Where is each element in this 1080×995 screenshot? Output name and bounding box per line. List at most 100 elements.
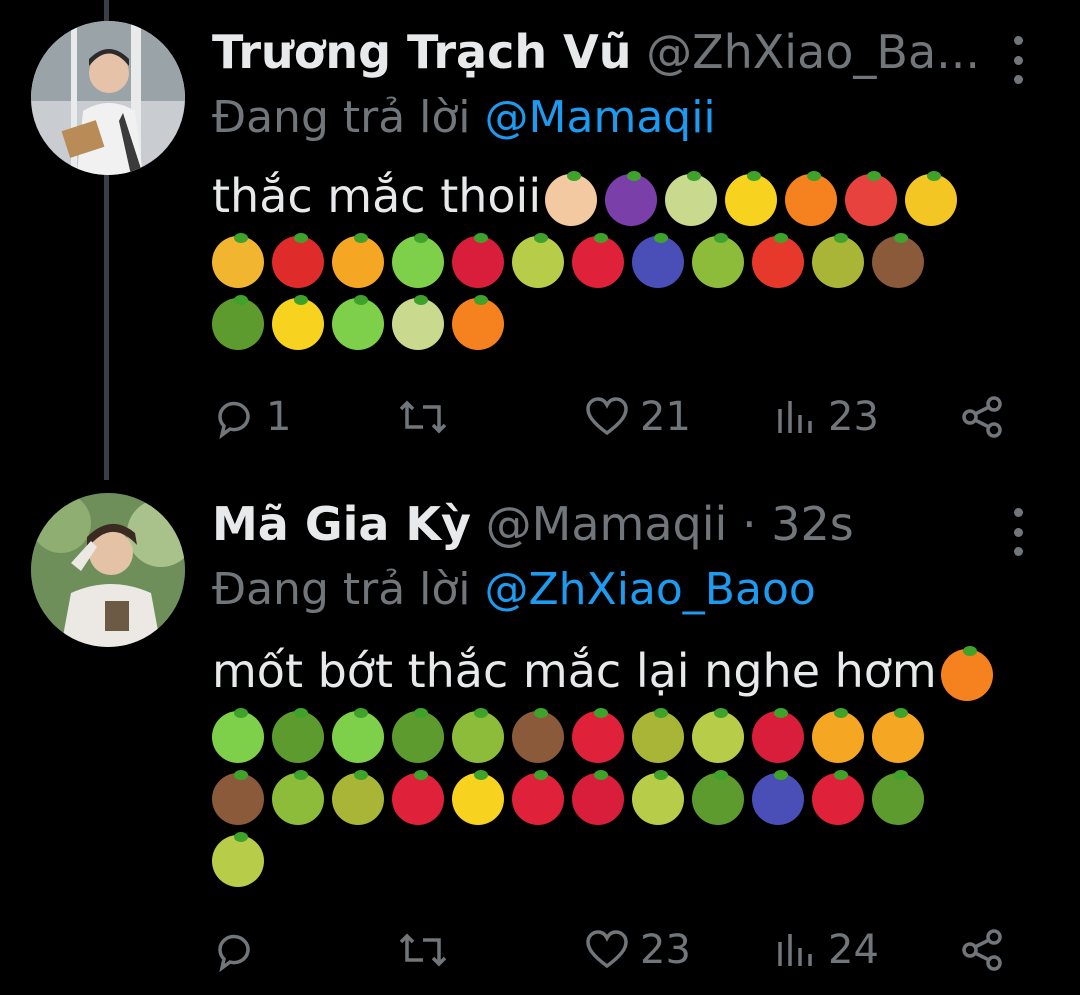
green-apple-emoji bbox=[212, 707, 264, 763]
cherries-emoji bbox=[572, 769, 624, 825]
pear-emoji bbox=[212, 831, 264, 887]
kiwi-emoji bbox=[272, 769, 324, 825]
tomato-emoji bbox=[752, 232, 804, 288]
user-handle[interactable]: @ZhXiao_Ba... bbox=[646, 25, 980, 79]
green-apple-emoji bbox=[392, 232, 444, 288]
user-handle[interactable]: @Mamaqii bbox=[486, 497, 728, 551]
cherries-emoji bbox=[452, 232, 504, 288]
avocado-emoji bbox=[692, 769, 744, 825]
tangerine-emoji bbox=[785, 170, 838, 226]
retweet-button[interactable] bbox=[397, 392, 449, 442]
lemon-emoji bbox=[725, 170, 778, 226]
grapes-emoji bbox=[605, 170, 658, 226]
coconut-emoji bbox=[872, 232, 924, 288]
replying-prefix: Đang trả lời bbox=[212, 564, 471, 615]
separator-dot: · bbox=[741, 497, 757, 551]
tangerine-emoji bbox=[452, 294, 504, 350]
more-options-icon[interactable] bbox=[1008, 508, 1028, 556]
views-count: 23 bbox=[828, 394, 879, 440]
mango-emoji bbox=[872, 707, 924, 763]
kiwi-emoji bbox=[692, 232, 744, 288]
share-button[interactable] bbox=[960, 925, 1006, 975]
mention-link[interactable]: @ZhXiao_Baoo bbox=[485, 564, 816, 615]
tweet-text: thắc mắc thoii bbox=[212, 165, 1042, 351]
tweet[interactable]: Mã Gia Kỳ @Mamaqii · 32s Đang trả lời @Z… bbox=[0, 480, 1080, 995]
lemon-emoji bbox=[452, 769, 504, 825]
replying-to: Đang trả lời @Mamaqii bbox=[212, 90, 716, 146]
tweet-actions: 23 24 bbox=[212, 925, 1012, 975]
share-button[interactable] bbox=[960, 392, 1006, 442]
tweet-header: Trương Trạch Vũ @ZhXiao_Ba... bbox=[212, 24, 1000, 80]
avatar[interactable] bbox=[31, 21, 185, 175]
avocado-emoji bbox=[212, 294, 264, 350]
text-line: thắc mắc thoii bbox=[212, 165, 1042, 227]
strawberry-emoji bbox=[572, 707, 624, 763]
strawberry-emoji bbox=[572, 232, 624, 288]
tweet-text: mốt bớt thắc mắc lại nghe hơm bbox=[212, 640, 1042, 888]
pear-emoji bbox=[512, 232, 564, 288]
reply-button[interactable] bbox=[212, 925, 256, 975]
timestamp[interactable]: 32s bbox=[771, 497, 854, 551]
blueberries-emoji bbox=[752, 769, 804, 825]
reply-icon bbox=[218, 401, 250, 439]
emoji-row bbox=[212, 702, 1042, 764]
like-button[interactable]: 23 bbox=[584, 925, 691, 975]
display-name[interactable]: Trương Trạch Vũ bbox=[212, 25, 631, 79]
mango-emoji bbox=[812, 707, 864, 763]
strawberry-emoji bbox=[512, 769, 564, 825]
olive-emoji bbox=[632, 707, 684, 763]
cherries-emoji bbox=[752, 707, 804, 763]
like-count: 23 bbox=[640, 927, 691, 973]
pear-emoji bbox=[632, 769, 684, 825]
emoji-row bbox=[212, 227, 1042, 289]
olive-emoji bbox=[332, 769, 384, 825]
green-apple-emoji bbox=[332, 707, 384, 763]
mango-emoji bbox=[332, 232, 384, 288]
like-button[interactable]: 21 bbox=[584, 392, 691, 442]
melon-emoji bbox=[665, 170, 718, 226]
like-count: 21 bbox=[640, 394, 691, 440]
mention-link[interactable]: @Mamaqii bbox=[485, 92, 716, 143]
share-icon bbox=[962, 929, 1002, 971]
views-chart-icon bbox=[778, 401, 812, 433]
heart-hands-emoji bbox=[545, 170, 598, 226]
views-button[interactable]: 23 bbox=[774, 392, 879, 442]
pear-emoji bbox=[692, 707, 744, 763]
melon-emoji bbox=[392, 294, 444, 350]
reply-count: 1 bbox=[266, 394, 292, 440]
share-icon bbox=[962, 396, 1002, 438]
avocado-emoji bbox=[392, 707, 444, 763]
tweet-actions: 1 21 23 bbox=[212, 392, 1012, 442]
emoji-row bbox=[212, 826, 1042, 888]
coconut-emoji bbox=[212, 769, 264, 825]
red-apple-emoji bbox=[272, 232, 324, 288]
retweet-button[interactable] bbox=[397, 925, 449, 975]
watermelon-emoji bbox=[845, 170, 898, 226]
emoji-row bbox=[212, 764, 1042, 826]
strawberry-emoji bbox=[812, 769, 864, 825]
blueberries-emoji bbox=[632, 232, 684, 288]
retweet-icon bbox=[399, 933, 447, 967]
replying-to: Đang trả lời @ZhXiao_Baoo bbox=[212, 562, 816, 618]
emoji-row bbox=[212, 289, 1042, 351]
avocado-emoji bbox=[872, 769, 924, 825]
kiwi-emoji bbox=[452, 707, 504, 763]
coconut-emoji bbox=[512, 707, 564, 763]
text-line: mốt bớt thắc mắc lại nghe hơm bbox=[212, 640, 1042, 702]
tweet[interactable]: Trương Trạch Vũ @ZhXiao_Ba... Đang trả l… bbox=[0, 0, 1080, 480]
avatar[interactable] bbox=[31, 493, 185, 647]
more-options-icon[interactable] bbox=[1008, 36, 1028, 84]
views-chart-icon bbox=[778, 934, 812, 966]
tweet-text-content: thắc mắc thoii bbox=[212, 169, 542, 223]
views-count: 24 bbox=[828, 927, 879, 973]
tangerine-emoji bbox=[940, 645, 993, 701]
tweet-header: Mã Gia Kỳ @Mamaqii · 32s bbox=[212, 496, 1000, 552]
reply-button[interactable]: 1 bbox=[212, 392, 291, 442]
views-button[interactable]: 24 bbox=[774, 925, 879, 975]
emoji-group bbox=[545, 169, 965, 226]
heart-icon bbox=[586, 397, 628, 436]
strawberry-emoji bbox=[392, 769, 444, 825]
replying-prefix: Đang trả lời bbox=[212, 92, 471, 143]
display-name[interactable]: Mã Gia Kỳ bbox=[212, 497, 471, 551]
olive-emoji bbox=[812, 232, 864, 288]
